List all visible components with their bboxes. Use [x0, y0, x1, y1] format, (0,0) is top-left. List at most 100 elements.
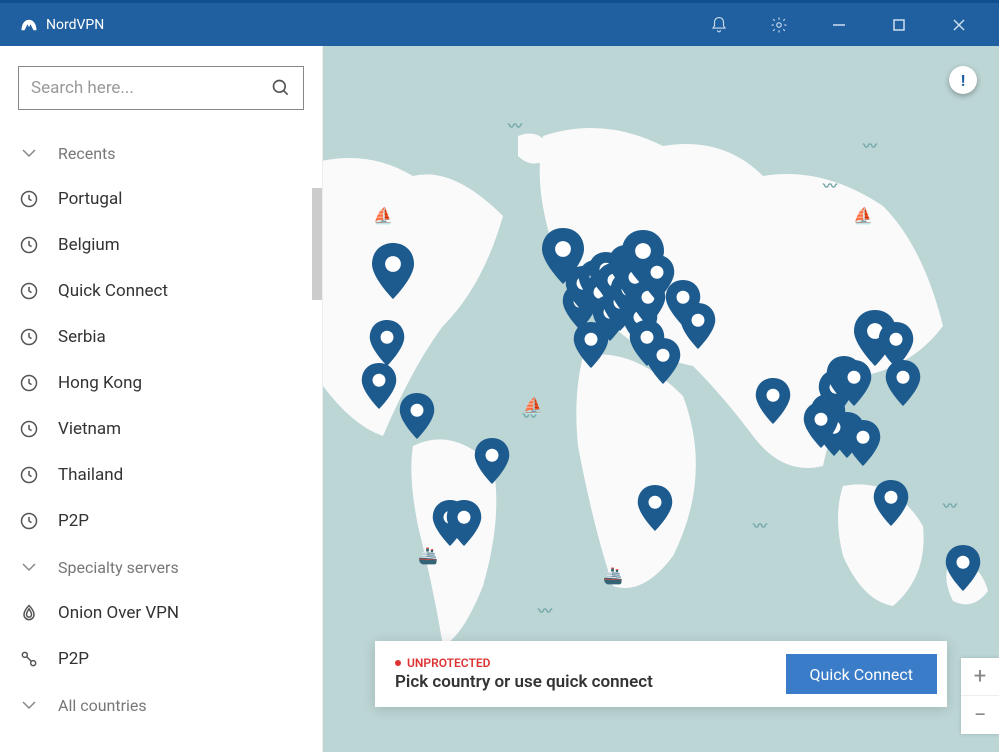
status-dot-icon [395, 660, 401, 666]
server-pin[interactable] [446, 500, 482, 546]
section-recents[interactable]: Recents [0, 130, 322, 176]
section-label: All countries [58, 696, 147, 715]
pin-icon [645, 338, 681, 384]
specialty-item[interactable]: P2P [0, 636, 322, 682]
boat-decoration: ⛵ [373, 206, 393, 225]
pin-icon [945, 545, 981, 591]
pin-icon [885, 360, 921, 406]
list-item-label: Serbia [58, 327, 106, 347]
bell-icon [710, 16, 728, 34]
pin-icon [446, 500, 482, 546]
server-pin[interactable] [945, 545, 981, 591]
list-item-label: P2P [58, 649, 89, 669]
scrollbar-thumb[interactable] [312, 188, 322, 300]
close-button[interactable] [929, 2, 989, 48]
section-all-countries[interactable]: All countries [0, 682, 322, 728]
list-item-label: Hong Kong [58, 373, 142, 393]
boat-decoration: ⛵ [853, 206, 873, 225]
pin-icon [474, 438, 510, 484]
world-map[interactable]: 〰 〰 〰 〰 〰 〰 〰 ⛵ ⛵ ⛵ 🚢 🚢 ! UNPROTECTED Pi… [323, 46, 999, 752]
zoom-out-button[interactable]: − [961, 696, 999, 734]
pin-icon [399, 393, 435, 439]
p2p-icon [19, 649, 39, 669]
gear-icon [770, 16, 788, 34]
status-message: Pick country or use quick connect [395, 672, 653, 692]
chevron-down-icon [21, 697, 37, 713]
wave-decoration: 〰 [823, 176, 837, 196]
recent-item[interactable]: Serbia [0, 314, 322, 360]
maximize-icon [892, 18, 906, 32]
recent-item[interactable]: P2P [0, 498, 322, 544]
server-pin[interactable] [369, 320, 405, 366]
quick-connect-button[interactable]: Quick Connect [786, 654, 937, 694]
settings-button[interactable] [749, 2, 809, 48]
server-pin[interactable] [371, 243, 415, 299]
server-pin[interactable] [645, 338, 681, 384]
wave-decoration: 〰 [943, 496, 957, 516]
onion-icon [19, 603, 39, 623]
nordvpn-logo-icon [20, 16, 38, 34]
minimize-icon [832, 18, 846, 32]
section-label: Recents [58, 144, 116, 163]
clock-icon [19, 511, 39, 531]
specialty-item[interactable]: Onion Over VPN [0, 590, 322, 636]
boat-decoration: 🚢 [418, 546, 438, 565]
section-label: Specialty servers [58, 558, 179, 577]
server-pin[interactable] [803, 402, 839, 448]
wave-decoration: 〰 [863, 136, 877, 156]
server-list: Recents Portugal Belgium Quick Connect Serb… [0, 130, 322, 752]
wave-decoration: 〰 [753, 516, 767, 536]
zoom-in-button[interactable]: + [961, 658, 999, 696]
recent-item[interactable]: Quick Connect [0, 268, 322, 314]
pin-icon [836, 360, 872, 406]
list-item-label: Belgium [58, 235, 120, 255]
pin-icon [845, 420, 881, 466]
clock-icon [19, 281, 39, 301]
recent-item[interactable]: Portugal [0, 176, 322, 222]
recent-item[interactable]: Belgium [0, 222, 322, 268]
clock-icon [19, 235, 39, 255]
server-pin[interactable] [680, 303, 716, 349]
pin-icon [637, 485, 673, 531]
search-input[interactable] [31, 78, 271, 98]
status-indicator: UNPROTECTED [395, 656, 653, 670]
server-pin[interactable] [361, 363, 397, 409]
zoom-control: + − [961, 658, 999, 734]
maximize-button[interactable] [869, 2, 929, 48]
pin-icon [369, 320, 405, 366]
boat-decoration: 🚢 [603, 566, 623, 585]
chevron-down-icon [21, 559, 37, 575]
minimize-button[interactable] [809, 2, 869, 48]
server-pin[interactable] [845, 420, 881, 466]
search-box[interactable] [18, 66, 304, 110]
chevron-down-icon [21, 145, 37, 161]
server-pin[interactable] [755, 378, 791, 424]
clock-icon [19, 465, 39, 485]
server-pin[interactable] [873, 480, 909, 526]
clock-icon [19, 189, 39, 209]
clock-icon [19, 373, 39, 393]
clock-icon [19, 419, 39, 439]
search-icon [271, 78, 291, 98]
notifications-button[interactable] [689, 2, 749, 48]
server-pin[interactable] [885, 360, 921, 406]
recent-item[interactable]: Thailand [0, 452, 322, 498]
server-pin[interactable] [474, 438, 510, 484]
server-pin[interactable] [836, 360, 872, 406]
list-item-label: Vietnam [58, 419, 121, 439]
wave-decoration: 〰 [538, 601, 552, 621]
list-item-label: Onion Over VPN [58, 603, 179, 623]
wave-decoration: 〰 [508, 116, 522, 136]
server-pin[interactable] [399, 393, 435, 439]
recent-item[interactable]: Vietnam [0, 406, 322, 452]
boat-decoration: ⛵ [523, 396, 543, 415]
titlebar: NordVPN [0, 0, 999, 46]
pin-icon [803, 402, 839, 448]
list-item-label: Portugal [58, 189, 122, 209]
server-pin[interactable] [637, 485, 673, 531]
section-specialty[interactable]: Specialty servers [0, 544, 322, 590]
status-bar: UNPROTECTED Pick country or use quick co… [375, 641, 947, 707]
list-item-label: Thailand [58, 465, 123, 485]
alert-badge[interactable]: ! [949, 66, 977, 94]
recent-item[interactable]: Hong Kong [0, 360, 322, 406]
